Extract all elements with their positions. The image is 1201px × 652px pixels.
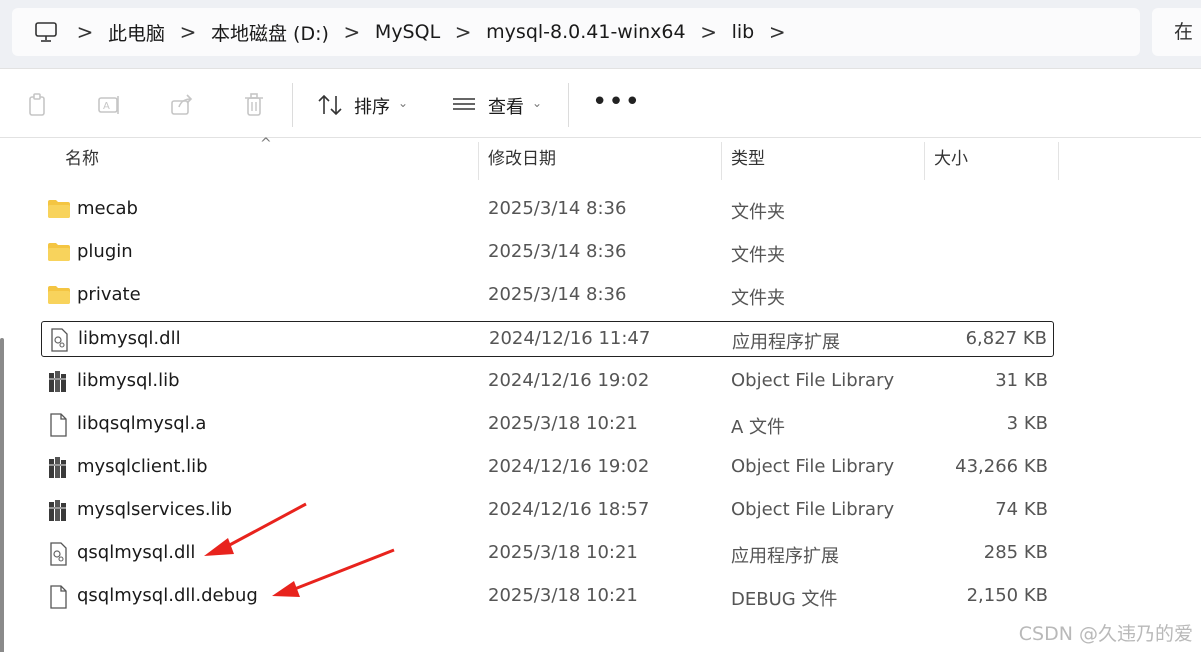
annotation-arrow [272, 548, 395, 597]
watermark: CSDN @久违乃的爱 [1018, 623, 1193, 645]
annotation-arrow [204, 502, 307, 556]
annotation-arrows [204, 502, 395, 597]
